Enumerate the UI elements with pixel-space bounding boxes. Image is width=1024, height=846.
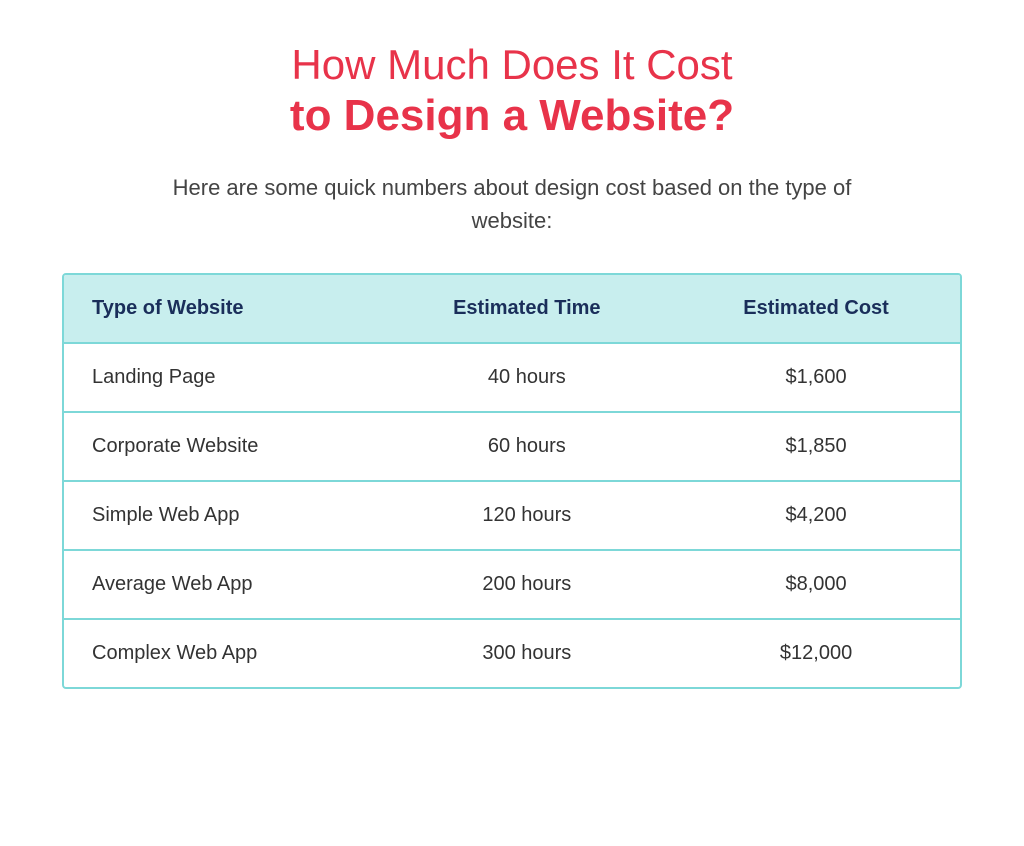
cell-time: 200 hours [382,550,673,619]
col-header-cost: Estimated Cost [672,275,960,343]
title-section: How Much Does It Cost to Design a Websit… [290,40,734,143]
cell-type: Corporate Website [64,412,382,481]
table-row: Average Web App200 hours$8,000 [64,550,960,619]
title-line1: How Much Does It Cost [290,40,734,90]
cell-time: 300 hours [382,619,673,687]
cell-cost: $12,000 [672,619,960,687]
table-row: Corporate Website60 hours$1,850 [64,412,960,481]
cell-cost: $1,600 [672,343,960,412]
cell-time: 120 hours [382,481,673,550]
cell-cost: $1,850 [672,412,960,481]
cell-time: 60 hours [382,412,673,481]
col-header-time: Estimated Time [382,275,673,343]
cell-cost: $8,000 [672,550,960,619]
cell-type: Landing Page [64,343,382,412]
cell-cost: $4,200 [672,481,960,550]
page-container: How Much Does It Cost to Design a Websit… [62,40,962,689]
cell-time: 40 hours [382,343,673,412]
cell-type: Simple Web App [64,481,382,550]
pricing-table-wrapper: Type of Website Estimated Time Estimated… [62,273,962,689]
table-header-row: Type of Website Estimated Time Estimated… [64,275,960,343]
pricing-table: Type of Website Estimated Time Estimated… [64,275,960,687]
subtitle: Here are some quick numbers about design… [152,171,872,237]
cell-type: Average Web App [64,550,382,619]
table-row: Complex Web App300 hours$12,000 [64,619,960,687]
title-line2: to Design a Website? [290,90,734,143]
table-row: Landing Page40 hours$1,600 [64,343,960,412]
cell-type: Complex Web App [64,619,382,687]
table-row: Simple Web App120 hours$4,200 [64,481,960,550]
col-header-type: Type of Website [64,275,382,343]
